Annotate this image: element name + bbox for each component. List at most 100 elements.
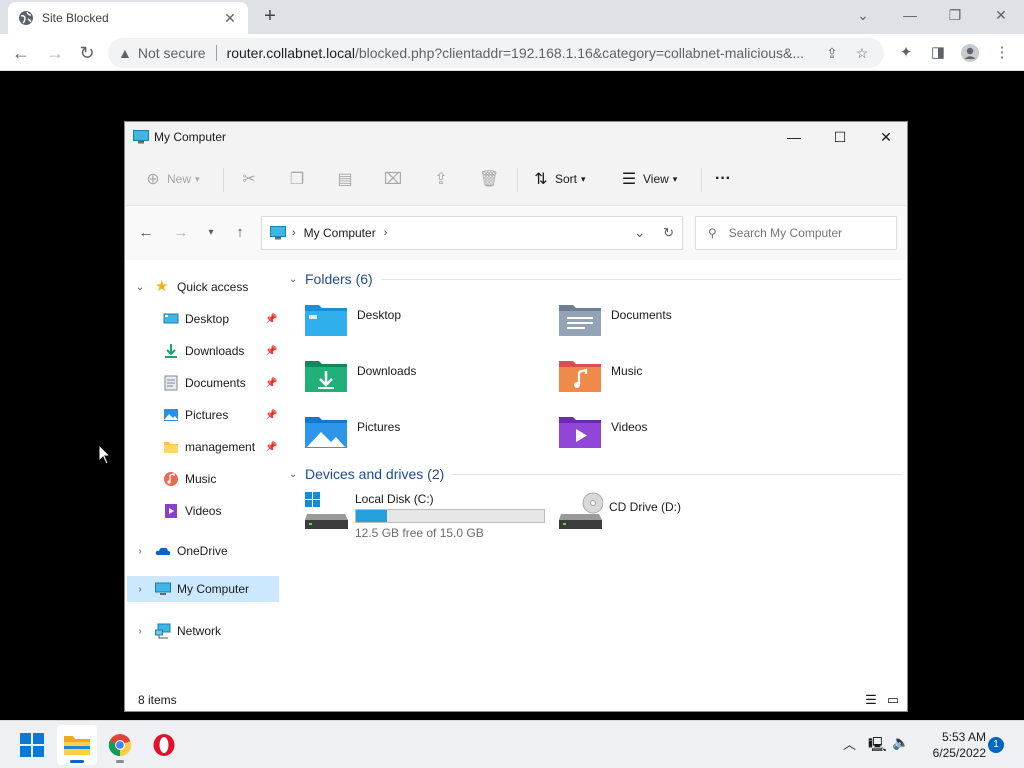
nav-item-music[interactable]: Music (125, 466, 285, 492)
paste-button[interactable]: ▤ (335, 164, 359, 194)
rename-button[interactable]: ⌧ (383, 164, 407, 194)
refresh-icon[interactable]: ↻ (663, 225, 674, 241)
forward-arrow-icon[interactable]: → (169, 222, 193, 244)
clock[interactable]: 5:53 AM 6/25/2022 (920, 729, 986, 761)
nav-item-videos[interactable]: Videos (125, 498, 285, 524)
folder-pictures[interactable]: Pictures (305, 414, 545, 458)
pin-icon[interactable]: 📌 (265, 346, 277, 357)
nav-item-pictures[interactable]: Pictures 📌 (125, 402, 285, 428)
drive-local-disk-c[interactable]: Local Disk (C:) 12.5 GB free of 15.0 GB (305, 492, 545, 540)
copy-button[interactable]: ❐ (287, 164, 311, 194)
rename-icon: ⌧ (383, 171, 403, 188)
up-arrow-icon[interactable]: ↑ (228, 222, 252, 244)
close-button[interactable]: ✕ (863, 122, 909, 152)
reload-icon[interactable]: ↻ (74, 40, 100, 66)
large-icons-view-icon[interactable]: ▭ (885, 692, 901, 708)
forward-arrow-icon[interactable]: → (42, 40, 68, 66)
nav-item-management[interactable]: management 📌 (125, 434, 285, 460)
folders-group-header[interactable]: ⌄ Folders (6) (289, 269, 901, 289)
window-title-bar[interactable]: My Computer — ☐ ✕ (125, 122, 907, 152)
nav-item-desktop[interactable]: Desktop 📌 (125, 306, 285, 332)
more-options-button[interactable]: ··· (715, 164, 731, 194)
folder-documents[interactable]: Documents (559, 302, 799, 346)
navigation-pane: ⌄ ★ Quick access Desktop 📌 Downloads 📌 D… (125, 260, 285, 680)
nav-my-computer[interactable]: › My Computer (127, 576, 279, 602)
browser-minimize-button[interactable]: — (895, 4, 925, 26)
folder-downloads[interactable]: Downloads (305, 358, 545, 402)
nav-label: management (185, 440, 256, 454)
browser-restore-button[interactable]: ❐ (940, 4, 970, 26)
tab-search-chevron-icon[interactable]: ⌄ (848, 4, 878, 26)
back-arrow-icon[interactable]: ← (8, 40, 34, 66)
chevron-down-icon: ▾ (672, 173, 678, 184)
browser-close-button[interactable]: ✕ (986, 4, 1016, 26)
recent-locations-chevron-icon[interactable]: ▾ (199, 222, 223, 244)
chevron-right-icon[interactable]: › (134, 584, 146, 595)
browser-menu-icon[interactable]: ⋮ (990, 41, 1014, 65)
nav-label: Quick access (177, 280, 249, 294)
new-button[interactable]: ⊕ New ▾ (143, 164, 200, 194)
url-text[interactable]: router.collabnet.local/blocked.php?clien… (227, 45, 814, 61)
folder-name: Downloads (357, 364, 417, 378)
chevron-down-icon[interactable]: ⌄ (289, 274, 305, 285)
profile-avatar-icon[interactable] (958, 41, 982, 65)
show-hidden-icons-chevron-icon[interactable]: ︿ (843, 734, 856, 753)
command-bar: ⊕ New ▾ ✂ ❐ ▤ ⌧ ⇪ 🗑 ⇅ Sort ▾ ☰ View ▾ ··… (125, 152, 907, 206)
nav-item-downloads[interactable]: Downloads 📌 (125, 338, 285, 364)
taskbar-chrome[interactable] (100, 725, 140, 765)
drive-cd-d[interactable]: CD Drive (D:) (559, 492, 681, 532)
address-history-chevron-icon[interactable]: ⌄ (634, 225, 645, 241)
nav-onedrive[interactable]: › OneDrive (125, 538, 285, 564)
bookmark-star-icon[interactable]: ☆ (850, 45, 874, 62)
chevron-down-icon[interactable]: ⌄ (289, 469, 305, 480)
breadcrumb-chevron-icon[interactable]: › (292, 227, 296, 239)
sort-button[interactable]: ⇅ Sort ▾ (531, 164, 586, 194)
search-input[interactable] (728, 226, 879, 240)
share-button[interactable]: ⇪ (431, 164, 455, 194)
delete-button[interactable]: 🗑 (479, 164, 503, 194)
new-tab-button[interactable]: + (258, 5, 282, 29)
nav-item-documents[interactable]: Documents 📌 (125, 370, 285, 396)
chevron-right-icon[interactable]: › (134, 626, 146, 637)
network-status-icon[interactable]: 🖳 (868, 734, 887, 758)
notification-badge[interactable]: 1 (988, 737, 1004, 753)
pin-icon[interactable]: 📌 (265, 442, 277, 453)
documents-folder-icon (559, 305, 601, 336)
extensions-puzzle-icon[interactable]: ✦ (894, 41, 918, 65)
folder-videos[interactable]: Videos (559, 414, 799, 458)
folder-music[interactable]: Music (559, 358, 799, 402)
breadcrumb-location[interactable]: My Computer (304, 226, 376, 240)
address-box[interactable]: › My Computer › ⌄ ↻ (261, 216, 683, 250)
pin-icon[interactable]: 📌 (265, 410, 277, 421)
folder-desktop[interactable]: Desktop (305, 302, 545, 346)
nav-network[interactable]: › Network (125, 618, 285, 644)
start-button[interactable] (12, 725, 52, 765)
browser-tab[interactable]: Site Blocked ✕ (8, 2, 248, 34)
address-bar[interactable]: ▲ Not secure router.collabnet.local/bloc… (108, 38, 884, 68)
side-panel-icon[interactable]: ◨ (926, 41, 950, 65)
cut-button[interactable]: ✂ (239, 164, 263, 194)
view-button[interactable]: ☰ View ▾ (619, 164, 678, 194)
maximize-button[interactable]: ☐ (817, 122, 863, 152)
details-view-icon[interactable]: ☰ (863, 692, 879, 708)
chevron-down-icon: ▾ (195, 173, 200, 184)
search-box[interactable]: ⚲ (695, 216, 897, 250)
taskbar-file-explorer[interactable] (57, 725, 97, 765)
drives-header-label: Devices and drives (2) (305, 466, 445, 482)
share-icon[interactable]: ⇪ (820, 45, 844, 62)
chevron-right-icon[interactable]: › (134, 546, 146, 557)
download-arrow-icon (165, 344, 177, 358)
pin-icon[interactable]: 📌 (265, 378, 277, 389)
tab-close-icon[interactable]: ✕ (222, 10, 238, 26)
nav-quick-access[interactable]: ⌄ ★ Quick access (125, 274, 285, 300)
minimize-button[interactable]: — (771, 122, 817, 152)
pin-icon[interactable]: 📌 (265, 314, 277, 325)
volume-icon[interactable]: 🔈 (892, 734, 909, 751)
taskbar-opera[interactable] (144, 725, 184, 765)
breadcrumb-chevron-icon[interactable]: › (384, 227, 388, 239)
chevron-down-icon[interactable]: ⌄ (134, 282, 146, 293)
browser-tab-strip: Site Blocked ✕ + ⌄ — ❐ ✕ (0, 0, 1024, 34)
drives-group-header[interactable]: ⌄ Devices and drives (2) (289, 464, 903, 484)
back-arrow-icon[interactable]: ← (134, 222, 158, 244)
chevron-down-icon: ▾ (581, 173, 586, 184)
